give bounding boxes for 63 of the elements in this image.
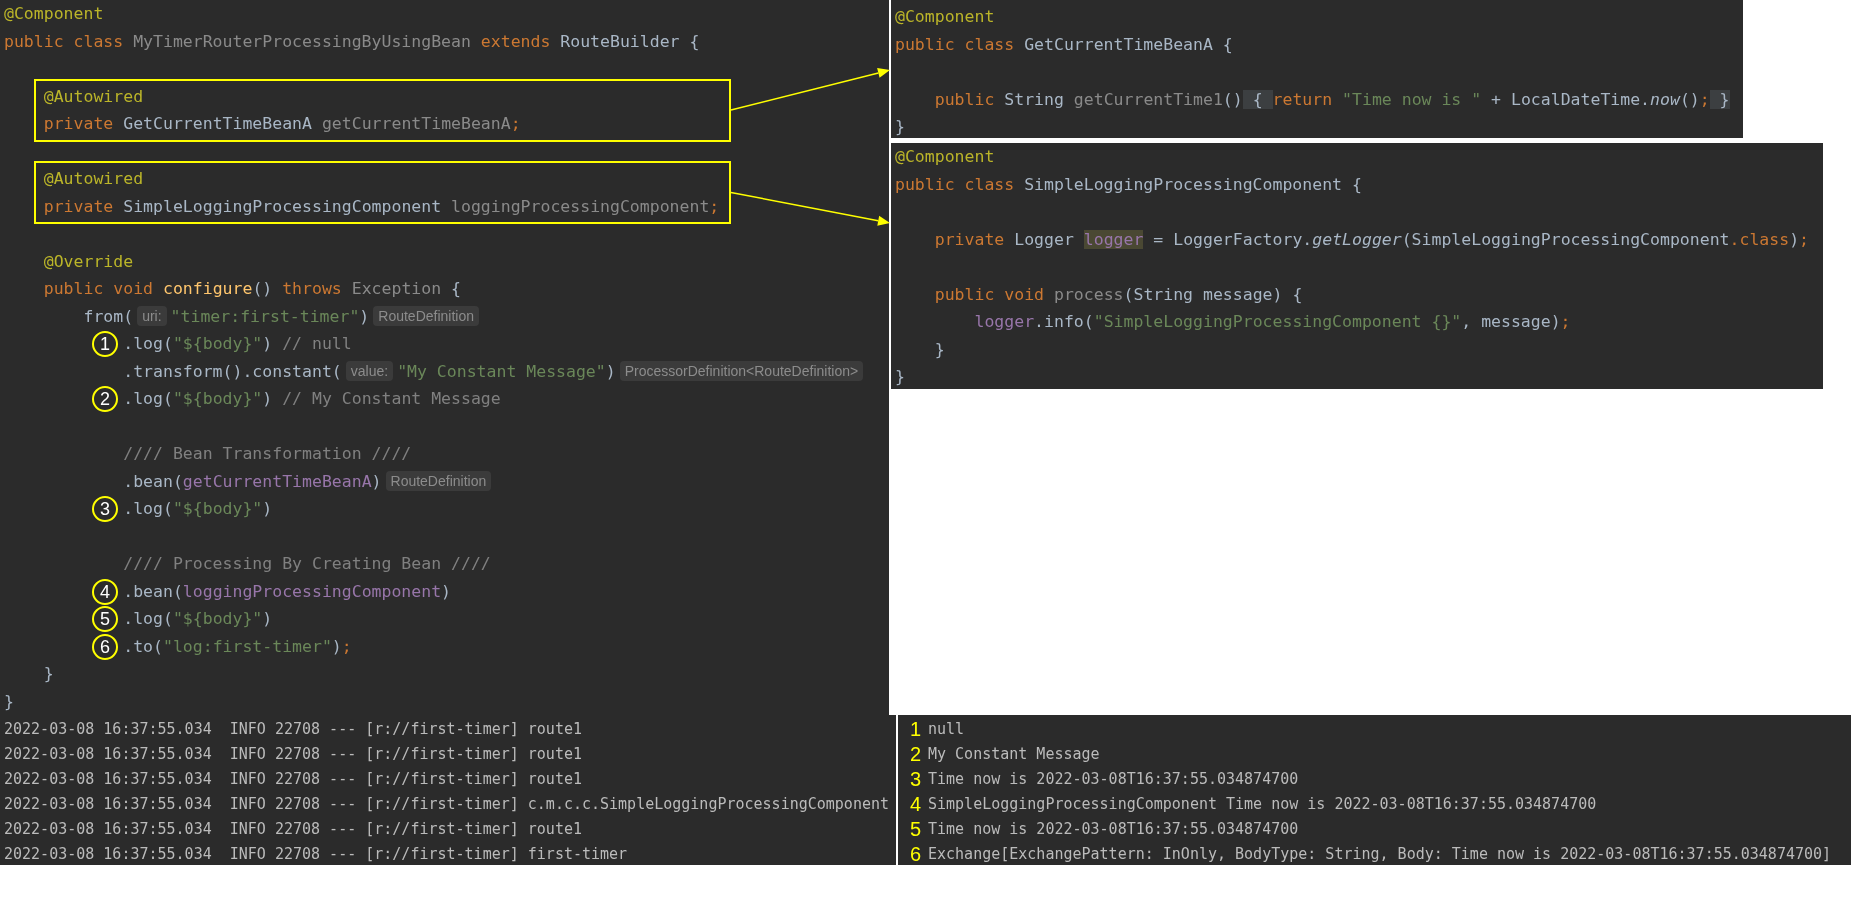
code-text: private SimpleLoggingProcessingComponent loggingProcessingComponent;	[43, 196, 720, 216]
code-text: .bean(loggingProcessingComponent)	[123, 581, 452, 601]
code-text: }	[895, 117, 905, 136]
log-line: 2022-03-08 16:37:55.034 INFO 22708 --- [r://first-timer] route1	[4, 744, 582, 765]
inlay-hint: RouteDefinition	[385, 470, 492, 491]
log-line: 2022-03-08 16:37:55.034 INFO 22708 --- [r://first-timer] c.m.c.c.SimpleLoggingProcessingComponent	[4, 794, 889, 815]
step-number: 3	[910, 767, 923, 792]
code-text: .log("${body}")	[123, 609, 273, 628]
inlay-hint: RouteDefinition	[373, 305, 480, 326]
code-text: .log("${body}")	[123, 499, 273, 518]
code-text: }	[43, 664, 54, 683]
code-text: "timer:first-timer")	[170, 306, 370, 326]
code-text: .log("${body}") // My Constant Message	[123, 389, 501, 408]
code-text: @Override	[43, 251, 134, 271]
step-marker: 1	[92, 331, 118, 357]
code-text: public String getCurrentTime1() { return "Time now is " + LocalDateTime.now(); }	[934, 89, 1730, 109]
code-text: public class GetCurrentTimeBeanA {	[895, 34, 1233, 54]
step-marker: 5	[92, 606, 118, 632]
code-text: .log("${body}") // null	[123, 334, 352, 353]
step-number: 6	[910, 842, 923, 867]
step-number: 5	[910, 817, 923, 842]
log-line: 2022-03-08 16:37:55.034 INFO 22708 --- [r://first-timer] route1	[4, 769, 582, 790]
code-text: private GetCurrentTimeBeanA getCurrentTimeBeanA;	[43, 114, 521, 133]
code-text: }	[934, 339, 945, 359]
log-message: Time now is 2022-03-08T16:37:55.034874700	[928, 819, 1299, 840]
code-text: .transform().constant(	[123, 361, 342, 381]
log-message: My Constant Message	[928, 744, 1100, 765]
inlay-hint: uri:	[137, 305, 167, 326]
code-text: logger.info("SimpleLoggingProcessingComponent {}", message);	[974, 312, 1571, 331]
code-text: @Component	[895, 147, 995, 166]
code-text: "My Constant Message")	[397, 361, 616, 381]
step-number: 1	[910, 717, 923, 742]
code-text: public class SimpleLoggingProcessingComponent {	[895, 174, 1362, 194]
step-marker: 2	[92, 386, 118, 412]
code-text: from(	[83, 306, 134, 326]
code-text: private Logger logger = LoggerFactory.getLogger(SimpleLoggingProcessingComponent.class);	[934, 229, 1809, 249]
code-text: public void configure() throws Exception {	[43, 279, 461, 298]
log-line: 2022-03-08 16:37:55.034 INFO 22708 --- [r://first-timer] route1	[4, 819, 582, 840]
step-marker: 3	[92, 496, 118, 522]
code-text: @Autowired	[43, 86, 144, 106]
step-number: 2	[910, 742, 923, 767]
code-text: .to("log:first-timer");	[123, 636, 352, 656]
code-text: @Autowired	[43, 169, 144, 188]
code-text: .bean(getCurrentTimeBeanA)	[123, 471, 382, 491]
code-text: //// Bean Transformation ////	[123, 444, 412, 463]
inlay-hint: ProcessorDefinition<RouteDefinition>	[619, 360, 864, 381]
inlay-hint: value:	[345, 360, 394, 381]
code-text: //// Processing By Creating Bean ////	[123, 554, 491, 573]
code-text: public class MyTimerRouterProcessingByUsingBean extends RouteBuilder {	[4, 31, 700, 51]
log-message: Time now is 2022-03-08T16:37:55.034874700	[928, 769, 1299, 790]
log-message: Exchange[ExchangePattern: InOnly, BodyType: String, Body: Time now is 2022-03-08T16:37:55.034874700]	[928, 844, 1832, 865]
log-line: 2022-03-08 16:37:55.034 INFO 22708 --- [r://first-timer] first-timer	[4, 844, 628, 865]
step-marker: 6	[92, 633, 118, 660]
step-marker: 4	[92, 578, 118, 605]
code-text: }	[895, 367, 905, 386]
code-text: }	[4, 691, 14, 711]
log-message: null	[928, 719, 965, 740]
step-number: 4	[910, 792, 923, 817]
code-text: public void process(String message) {	[934, 284, 1303, 304]
code-text: @Component	[4, 4, 104, 23]
log-message: SimpleLoggingProcessingComponent Time now is 2022-03-08T16:37:55.034874700	[928, 794, 1597, 815]
code-text: @Component	[895, 7, 995, 26]
log-line: 2022-03-08 16:37:55.034 INFO 22708 --- [r://first-timer] route1	[4, 719, 582, 740]
